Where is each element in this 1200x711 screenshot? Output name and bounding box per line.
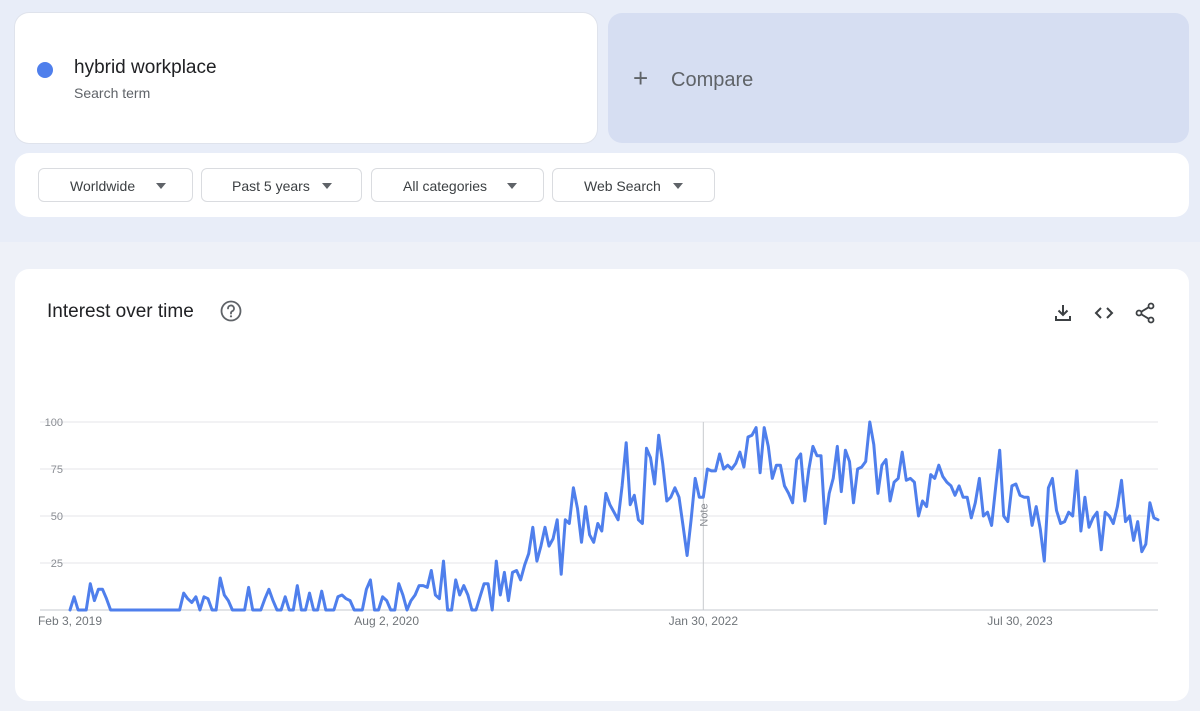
category-filter[interactable]: All categories <box>371 168 544 202</box>
x-tick-label: Aug 2, 2020 <box>354 614 419 628</box>
search-type-filter[interactable]: Web Search <box>552 168 715 202</box>
chevron-down-icon <box>673 183 683 189</box>
term-color-dot <box>37 62 53 78</box>
chevron-down-icon <box>156 183 166 189</box>
interest-line-chart: 25 50 75 100 Feb 3, 2019 Aug 2, 2020 Jan 30, 2… <box>38 417 1160 628</box>
interest-over-time-card: Interest over time 25 50 75 100 Feb 3, 2019 A… <box>15 269 1189 701</box>
x-tick-label: Feb 3, 2019 <box>38 614 102 628</box>
compare-button[interactable]: + Compare <box>608 13 1189 143</box>
filter-bar: Worldwide Past 5 years All categories We… <box>15 153 1189 217</box>
search-term-card[interactable]: hybrid workplace Search term <box>15 13 597 143</box>
region-filter-label: Worldwide <box>70 178 136 194</box>
search-term-subtitle: Search term <box>74 85 151 101</box>
chevron-down-icon <box>507 183 517 189</box>
search-term-name[interactable]: hybrid workplace <box>74 57 217 79</box>
search-type-filter-label: Web Search <box>584 178 661 194</box>
time-range-filter-label: Past 5 years <box>232 178 310 194</box>
y-tick-label: 25 <box>51 558 63 570</box>
region-filter[interactable]: Worldwide <box>38 168 193 202</box>
compare-label: Compare <box>671 69 754 91</box>
x-tick-label: Jan 30, 2022 <box>669 614 739 628</box>
note-marker-label[interactable]: Note <box>698 503 710 526</box>
x-tick-label: Jul 30, 2023 <box>987 614 1053 628</box>
category-filter-label: All categories <box>403 178 488 194</box>
time-range-filter[interactable]: Past 5 years <box>201 168 362 202</box>
y-tick-label: 100 <box>45 417 63 429</box>
y-tick-label: 50 <box>51 511 63 523</box>
plus-icon: + <box>633 63 649 93</box>
chevron-down-icon <box>322 183 332 189</box>
y-tick-label: 75 <box>51 464 63 476</box>
